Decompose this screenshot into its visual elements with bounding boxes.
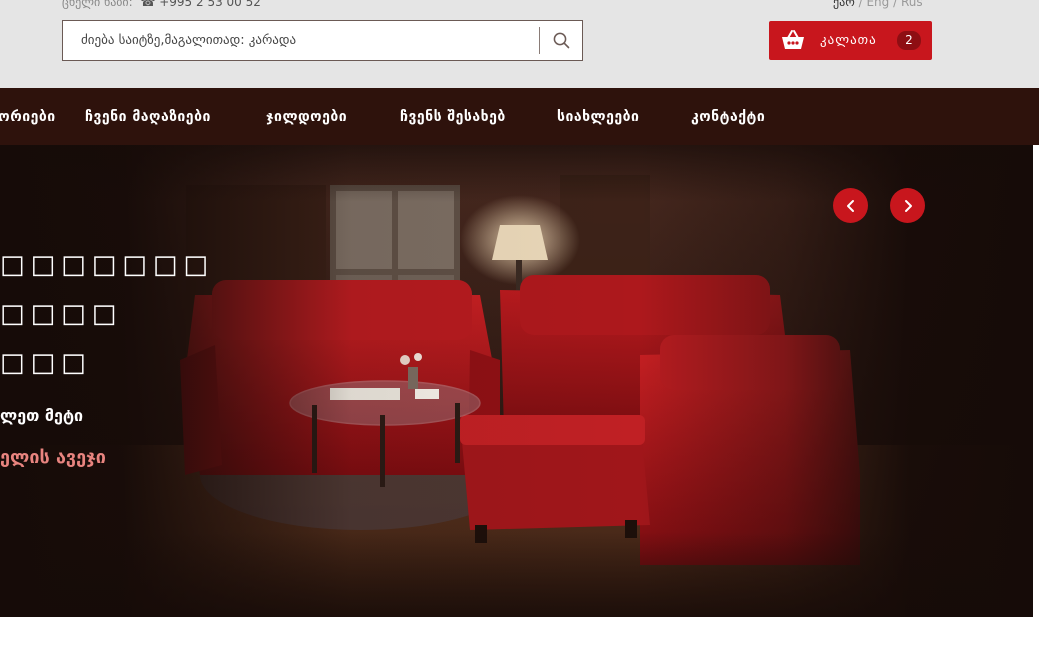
search-icon bbox=[553, 32, 569, 49]
chevron-right-icon bbox=[904, 199, 912, 212]
search-box bbox=[62, 20, 583, 61]
nav-item-contact[interactable]: კონტაქტი bbox=[691, 88, 765, 145]
slider-prev-button[interactable] bbox=[833, 188, 868, 223]
site-header: ცხელი ხაზი: ☎ +995 2 53 00 52 ქარ / Eng … bbox=[0, 0, 1039, 88]
nav-item-awards[interactable]: ჯილდოები bbox=[266, 88, 347, 145]
hero-link[interactable]: ელის ავეჯი bbox=[0, 447, 106, 468]
basket-icon bbox=[782, 30, 804, 49]
main-nav: კატეგორიები ჩვენი მაღაზიები ჯილდოები ჩვე… bbox=[0, 88, 1039, 145]
nav-item-about-us[interactable]: ჩვენს შესახებ bbox=[400, 88, 506, 145]
hero-vertical-overlay bbox=[0, 145, 1033, 617]
cart-count-badge: 2 bbox=[897, 31, 921, 50]
hotline-label: ცხელი ხაზი: bbox=[62, 0, 133, 9]
lang-separator: / bbox=[854, 0, 867, 9]
lang-english[interactable]: Eng bbox=[866, 0, 889, 9]
chevron-left-icon bbox=[846, 199, 854, 212]
nav-item-categories[interactable]: კატეგორიები bbox=[0, 88, 56, 145]
hotline: ცხელი ხაზი: ☎ +995 2 53 00 52 bbox=[62, 0, 261, 9]
hero-heading-line-1: □□□□□□□ bbox=[0, 250, 214, 280]
nav-item-our-stores[interactable]: ჩვენი მაღაზიები bbox=[85, 88, 211, 145]
hero-subtitle: ლეთ მეტი bbox=[0, 406, 84, 425]
lang-separator: / bbox=[889, 0, 901, 9]
hero-heading-line-2: □□□□ bbox=[0, 299, 123, 329]
lang-russian[interactable]: Rus bbox=[901, 0, 923, 9]
cart-button[interactable]: კალათა 2 bbox=[769, 21, 932, 60]
search-input[interactable] bbox=[63, 21, 539, 60]
language-switcher: ქარ / Eng / Rus bbox=[833, 0, 923, 9]
nav-item-news[interactable]: სიახლეები bbox=[557, 88, 639, 145]
search-button[interactable] bbox=[540, 21, 582, 60]
slider-next-button[interactable] bbox=[890, 188, 925, 223]
lang-georgian[interactable]: ქარ bbox=[833, 0, 855, 9]
hero-heading-line-3: □□□ bbox=[0, 348, 92, 378]
page-edge-strip bbox=[1033, 145, 1039, 625]
cart-label: კალათა bbox=[820, 33, 877, 48]
hero-slider: □□□□□□□ □□□□ □□□ ლეთ მეტი ელის ავეჯი bbox=[0, 145, 1033, 617]
hotline-phone[interactable]: ☎ +995 2 53 00 52 bbox=[140, 0, 260, 9]
